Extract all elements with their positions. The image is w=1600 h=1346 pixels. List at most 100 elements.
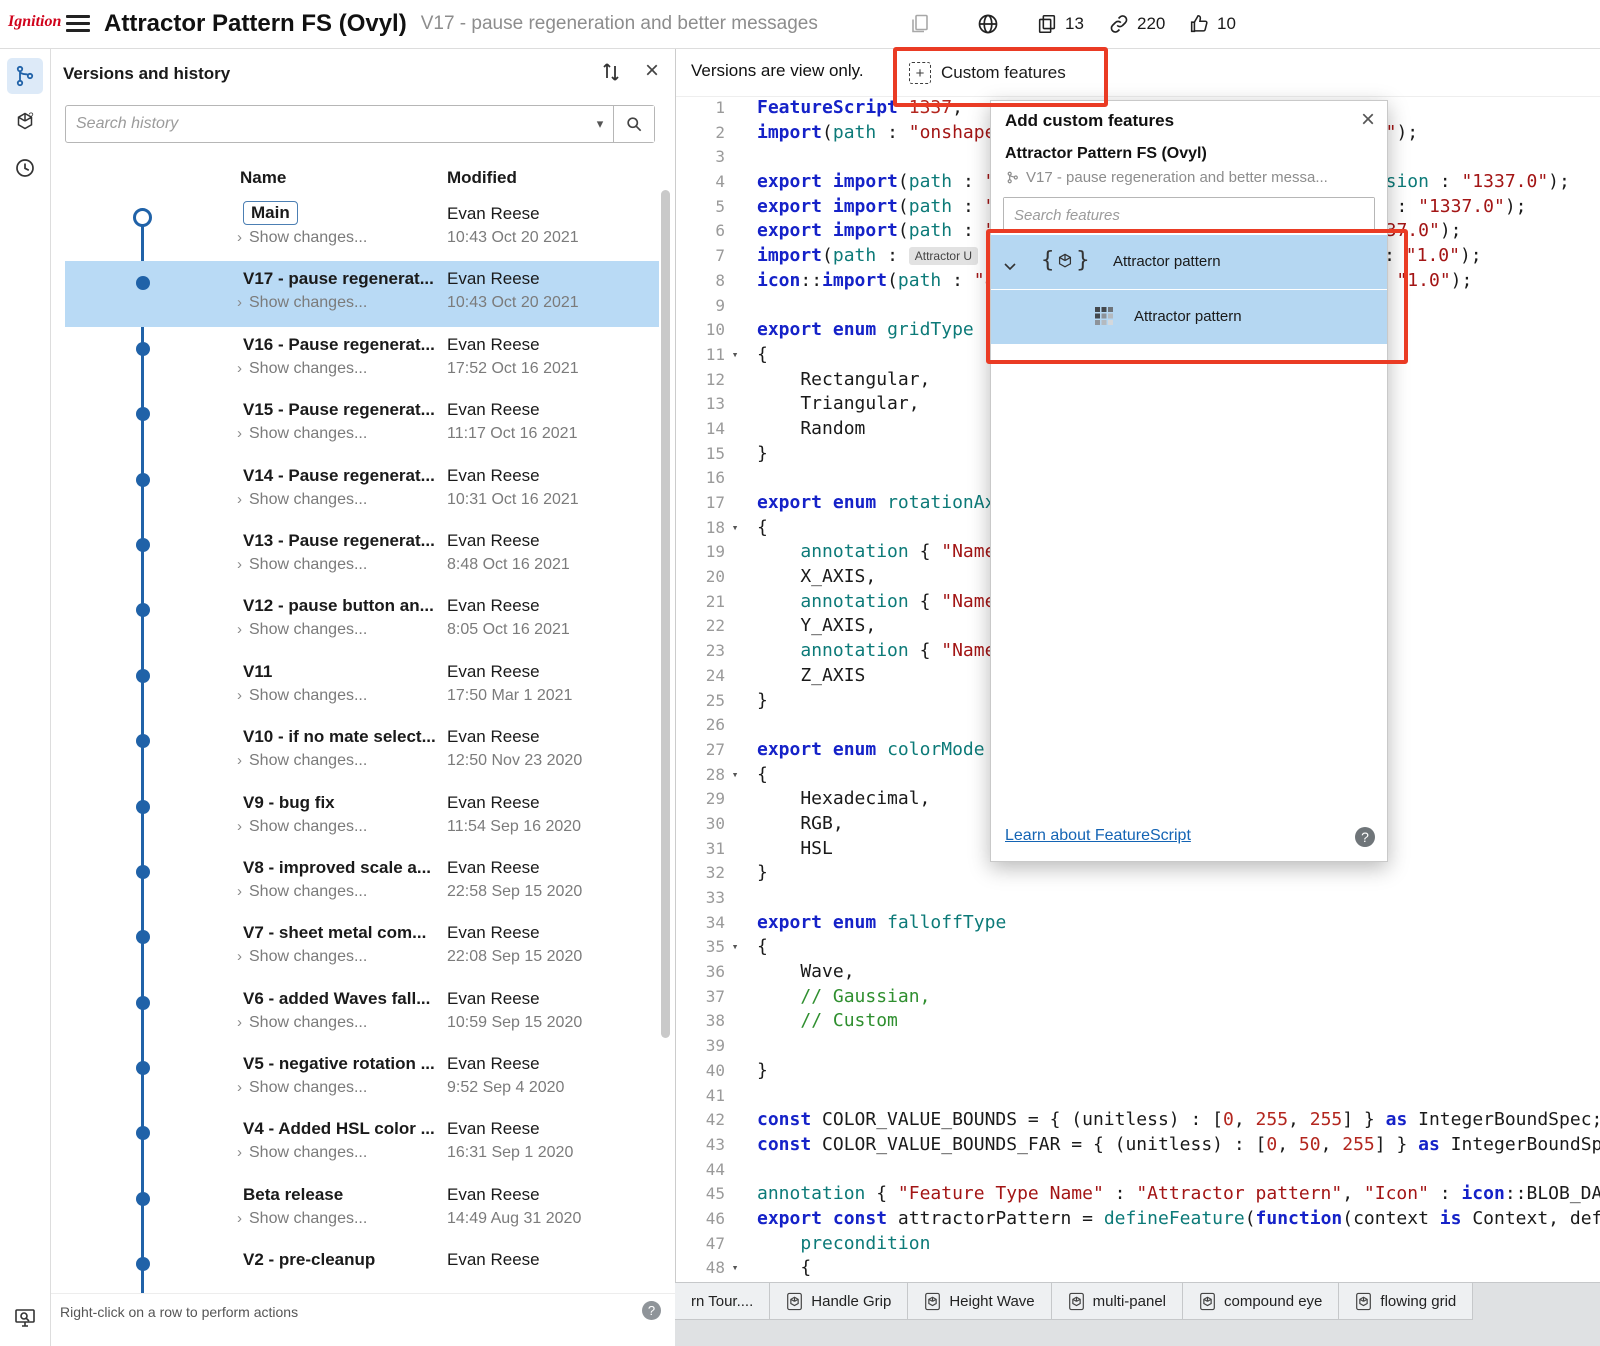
- show-changes[interactable]: ›Show changes...: [237, 360, 367, 378]
- fold-toggle-icon[interactable]: [725, 689, 745, 714]
- version-row[interactable]: V12 - pause button an... ›Show changes..…: [50, 588, 675, 653]
- search-history-input[interactable]: [66, 115, 587, 133]
- show-changes[interactable]: ›Show changes...: [237, 1079, 367, 1097]
- version-row[interactable]: V7 - sheet metal com... ›Show changes...…: [50, 915, 675, 980]
- version-row[interactable]: V13 - Pause regenerat... ›Show changes..…: [50, 523, 675, 588]
- show-changes[interactable]: ›Show changes...: [237, 948, 367, 966]
- show-changes[interactable]: ›Show changes...: [237, 883, 367, 901]
- version-row[interactable]: Beta release ›Show changes... Evan Reese…: [50, 1177, 675, 1242]
- versions-scrollbar[interactable]: [661, 190, 670, 1038]
- fold-toggle-icon[interactable]: ▾: [725, 1256, 745, 1281]
- show-changes[interactable]: ›Show changes...: [237, 1014, 367, 1032]
- fold-toggle-icon[interactable]: [725, 614, 745, 639]
- fold-toggle-icon[interactable]: [725, 195, 745, 220]
- compare-versions-icon[interactable]: [599, 60, 623, 84]
- fold-toggle-icon[interactable]: [725, 738, 745, 763]
- version-row[interactable]: V5 - negative rotation ... ›Show changes…: [50, 1046, 675, 1111]
- likes-stat[interactable]: 10: [1188, 0, 1236, 48]
- fold-toggle-icon[interactable]: [725, 1009, 745, 1034]
- fold-toggle-icon[interactable]: [725, 121, 745, 146]
- fold-toggle-icon[interactable]: [725, 540, 745, 565]
- version-row[interactable]: V15 - Pause regenerat... ›Show changes..…: [50, 392, 675, 457]
- fold-toggle-icon[interactable]: [725, 1084, 745, 1109]
- version-row[interactable]: Main ›Show changes... Evan Reese 10:43 O…: [50, 196, 675, 261]
- search-button[interactable]: [613, 106, 654, 142]
- fold-toggle-icon[interactable]: ▾: [725, 343, 745, 368]
- fold-toggle-icon[interactable]: [725, 1232, 745, 1257]
- fold-toggle-icon[interactable]: [725, 368, 745, 393]
- fold-toggle-icon[interactable]: [725, 664, 745, 689]
- version-row[interactable]: V14 - Pause regenerat... ›Show changes..…: [50, 458, 675, 523]
- search-features-input[interactable]: [1004, 198, 1374, 232]
- show-changes[interactable]: ›Show changes...: [237, 294, 367, 312]
- fold-toggle-icon[interactable]: [725, 639, 745, 664]
- fold-toggle-icon[interactable]: [725, 294, 745, 319]
- show-changes[interactable]: ›Show changes...: [237, 425, 367, 443]
- document-tab[interactable]: flowing grid: [1339, 1283, 1473, 1320]
- fold-toggle-icon[interactable]: [725, 170, 745, 195]
- version-row[interactable]: V4 - Added HSL color ... ›Show changes..…: [50, 1111, 675, 1176]
- fold-toggle-icon[interactable]: [725, 713, 745, 738]
- version-row[interactable]: V9 - bug fix ›Show changes... Evan Reese…: [50, 785, 675, 850]
- fold-toggle-icon[interactable]: [725, 565, 745, 590]
- fold-toggle-icon[interactable]: [725, 417, 745, 442]
- show-changes[interactable]: ›Show changes...: [237, 687, 367, 705]
- parts-help-icon[interactable]: ?: [7, 104, 43, 140]
- show-changes[interactable]: ›Show changes...: [237, 621, 367, 639]
- version-row[interactable]: V17 - pause regenerat... ›Show changes..…: [50, 261, 675, 326]
- document-tab[interactable]: Handle Grip: [770, 1283, 908, 1320]
- fold-toggle-icon[interactable]: [725, 392, 745, 417]
- fold-toggle-icon[interactable]: [725, 491, 745, 516]
- fold-toggle-icon[interactable]: [725, 318, 745, 343]
- fold-toggle-icon[interactable]: [725, 1059, 745, 1084]
- fold-toggle-icon[interactable]: [725, 985, 745, 1010]
- fold-toggle-icon[interactable]: [725, 787, 745, 812]
- document-tab[interactable]: rn Tour....: [675, 1283, 770, 1320]
- document-tab[interactable]: compound eye: [1183, 1283, 1339, 1320]
- fold-toggle-icon[interactable]: [725, 96, 745, 121]
- show-changes[interactable]: ›Show changes...: [237, 1210, 367, 1228]
- feature-item-row[interactable]: Attractor pattern: [991, 290, 1387, 344]
- show-changes[interactable]: ›Show changes...: [237, 556, 367, 574]
- fold-toggle-icon[interactable]: [725, 244, 745, 269]
- copy-document-icon[interactable]: [908, 12, 932, 36]
- show-changes[interactable]: ›Show changes...: [237, 1144, 367, 1162]
- fold-toggle-icon[interactable]: [725, 861, 745, 886]
- version-row[interactable]: V16 - Pause regenerat... ›Show changes..…: [50, 327, 675, 392]
- main-menu-icon[interactable]: [66, 15, 90, 33]
- fold-toggle-icon[interactable]: [725, 442, 745, 467]
- version-row[interactable]: V8 - improved scale a... ›Show changes..…: [50, 850, 675, 915]
- fold-toggle-icon[interactable]: [725, 812, 745, 837]
- fold-toggle-icon[interactable]: [725, 960, 745, 985]
- fold-toggle-icon[interactable]: [725, 837, 745, 862]
- fold-toggle-icon[interactable]: [725, 466, 745, 491]
- feature-group-row[interactable]: { } Attractor pattern: [991, 235, 1387, 289]
- fold-toggle-icon[interactable]: [725, 1034, 745, 1059]
- fold-toggle-icon[interactable]: ▾: [725, 935, 745, 960]
- fold-toggle-icon[interactable]: [725, 219, 745, 244]
- close-panel-icon[interactable]: ×: [645, 56, 659, 86]
- version-row[interactable]: V2 - pre-cleanup › Evan Reese: [50, 1242, 675, 1294]
- fold-toggle-icon[interactable]: ▾: [725, 516, 745, 541]
- custom-features-button[interactable]: + Custom features: [903, 57, 1072, 89]
- fold-toggle-icon[interactable]: [725, 1108, 745, 1133]
- version-row[interactable]: V10 - if no mate select... ›Show changes…: [50, 719, 675, 784]
- fold-toggle-icon[interactable]: [725, 1133, 745, 1158]
- show-changes[interactable]: ›Show changes...: [237, 229, 367, 247]
- fold-toggle-icon[interactable]: [725, 590, 745, 615]
- show-changes[interactable]: ›Show changes...: [237, 818, 367, 836]
- document-tab[interactable]: multi-panel: [1052, 1283, 1183, 1320]
- help-icon[interactable]: ?: [642, 1301, 661, 1320]
- fold-toggle-icon[interactable]: [725, 145, 745, 170]
- fold-toggle-icon[interactable]: [725, 1207, 745, 1232]
- popup-help-icon[interactable]: ?: [1355, 827, 1375, 847]
- show-changes[interactable]: ›Show changes...: [237, 491, 367, 509]
- history-icon[interactable]: [7, 150, 43, 186]
- fold-toggle-icon[interactable]: [725, 1182, 745, 1207]
- versions-panel-icon[interactable]: [7, 58, 43, 94]
- search-dropdown-caret-icon[interactable]: ▾: [587, 116, 613, 132]
- screen-search-icon[interactable]: [7, 1300, 43, 1336]
- popup-close-icon[interactable]: ×: [1361, 106, 1375, 134]
- fold-toggle-icon[interactable]: [725, 911, 745, 936]
- document-tab[interactable]: Height Wave: [908, 1283, 1051, 1320]
